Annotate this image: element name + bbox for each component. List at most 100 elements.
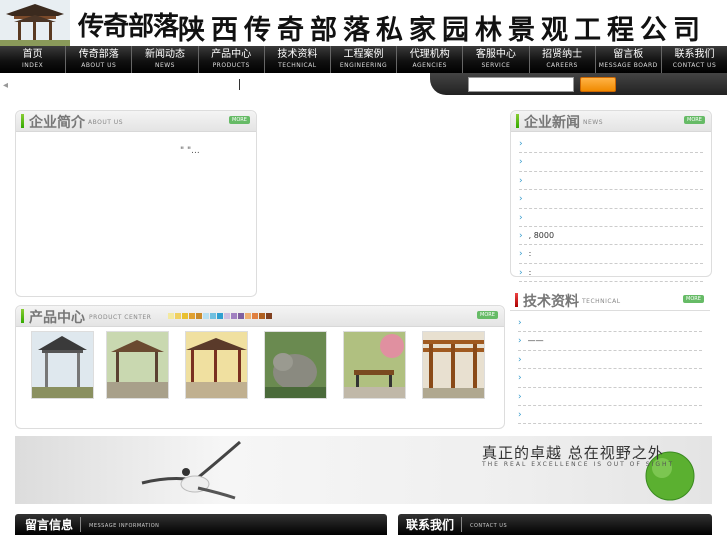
contact-section-header: 联系我们 CONTACT US	[398, 514, 712, 535]
chevron-right-icon: ›	[519, 212, 523, 223]
nav-item-message-board[interactable]: 留言板 MESSAGE BOARD	[596, 46, 662, 73]
divider	[80, 517, 81, 532]
product-thumbnail-bench[interactable]	[343, 331, 406, 399]
chevron-right-icon: ›	[518, 391, 522, 402]
nav-label: 留言板	[613, 49, 644, 60]
chevron-right-icon: ›	[519, 175, 523, 186]
nav-sublabel: AGENCIES	[412, 62, 447, 69]
products-more-button[interactable]: MORE	[477, 311, 498, 319]
search-input[interactable]	[468, 77, 574, 92]
divider	[461, 517, 462, 532]
pavilion-logo-icon	[0, 0, 70, 46]
news-item[interactable]: ›:	[519, 264, 703, 283]
nav-sublabel: SERVICE	[481, 62, 511, 69]
product-thumbnail-pergola[interactable]	[422, 331, 485, 399]
color-swatch-strip	[168, 313, 273, 319]
nav-item-service[interactable]: 客服中心 SERVICE	[463, 46, 530, 73]
color-swatch	[231, 313, 237, 319]
tech-item[interactable]: ›	[518, 351, 702, 370]
nav-label: 首页	[22, 49, 43, 60]
tech-item[interactable]: ›	[518, 369, 702, 388]
color-swatch	[238, 313, 244, 319]
nav-label: 产品中心	[211, 49, 252, 60]
news-panel-header: 企业新闻 NEWS MORE	[511, 111, 711, 132]
news-panel: 企业新闻 NEWS MORE › › › › › › , 8000 ›: ›:	[510, 110, 712, 283]
tech-list: › › —— › › › ›	[518, 314, 702, 425]
news-item-text: , 8000	[528, 230, 555, 240]
color-swatch	[175, 313, 181, 319]
nav-item-engineering[interactable]: 工程案例 ENGINEERING	[331, 46, 398, 73]
news-item[interactable]: ›	[519, 209, 703, 227]
color-swatch	[189, 313, 195, 319]
nav-label: 传奇部落	[78, 49, 119, 60]
tech-more-button[interactable]: MORE	[683, 295, 704, 303]
nav-item-index[interactable]: 首页 INDEX	[0, 46, 67, 73]
news-item[interactable]: ›	[519, 135, 703, 154]
news-item[interactable]: ›:	[519, 245, 703, 264]
tech-panel: 技术资料 TECHNICAL MORE › › —— › › › ›	[510, 290, 710, 425]
chevron-right-icon: ›	[518, 354, 522, 365]
title-bar-marker	[21, 309, 24, 323]
news-more-button[interactable]: MORE	[684, 116, 705, 124]
nav-sublabel: NEWS	[154, 62, 175, 69]
nav-item-careers[interactable]: 招贤纳士 CAREERS	[530, 46, 596, 73]
news-item-text: :	[528, 249, 532, 259]
nav-item-news[interactable]: 新闻动态 NEWS	[132, 46, 199, 73]
about-panel-header: 企业简介 ABOUT US MORE	[16, 111, 256, 132]
nav-item-about[interactable]: 传奇部落 ABOUT US	[66, 46, 133, 73]
dancer-figure-icon	[141, 440, 241, 500]
tech-item[interactable]: ›	[518, 406, 702, 425]
message-title-en: MESSAGE INFORMATION	[89, 523, 160, 529]
color-swatch	[224, 313, 230, 319]
news-title-en: NEWS	[583, 119, 604, 126]
contact-title: 联系我们	[406, 518, 455, 532]
news-item-text: :	[528, 267, 532, 277]
company-name: 陕西传奇部落私家园林景观工程公司	[178, 15, 706, 46]
nav-label: 新闻动态	[144, 49, 185, 60]
chevron-right-icon: ›	[519, 249, 523, 260]
news-item[interactable]: ›	[519, 172, 703, 191]
tech-title: 技术资料	[523, 294, 579, 310]
about-text: " "...	[180, 146, 200, 156]
color-swatch	[259, 313, 265, 319]
about-title: 企业简介	[29, 115, 85, 131]
chevron-right-icon: ›	[519, 139, 523, 149]
nav-sublabel: MESSAGE BOARD	[598, 62, 658, 69]
chevron-right-icon: ›	[519, 194, 523, 205]
message-title: 留言信息	[25, 518, 74, 532]
nav-item-technical[interactable]: 技术资料 TECHNICAL	[265, 46, 331, 73]
tech-item[interactable]: ›	[518, 314, 702, 333]
about-more-button[interactable]: MORE	[229, 116, 250, 124]
news-item[interactable]: › , 8000	[519, 227, 703, 246]
product-thumbnail-corridor[interactable]	[185, 331, 248, 399]
title-bar-marker	[21, 114, 24, 128]
product-thumbnail-gazebo[interactable]	[106, 331, 169, 399]
title-bar-marker	[516, 114, 519, 128]
news-item[interactable]: ›	[519, 153, 703, 172]
search-button[interactable]	[580, 77, 616, 92]
color-swatch	[168, 313, 174, 319]
tech-item[interactable]: ›	[518, 388, 702, 406]
products-panel-header: 产品中心 PRODUCT CENTER MORE	[16, 306, 504, 327]
back-arrow-icon[interactable]: ◂	[3, 81, 13, 91]
nav-item-contact[interactable]: 联系我们 CONTACT US	[662, 46, 727, 73]
products-panel: 产品中心 PRODUCT CENTER MORE	[15, 305, 505, 429]
title-bar-marker	[515, 293, 518, 307]
news-title: 企业新闻	[524, 115, 580, 131]
news-item[interactable]: ›	[519, 190, 703, 209]
product-thumbnail-rockery[interactable]	[264, 331, 327, 399]
product-thumbnail-pavilion[interactable]	[31, 331, 94, 399]
color-swatch	[182, 313, 188, 319]
nav-sublabel: PRODUCTS	[212, 62, 250, 69]
color-swatch	[266, 313, 272, 319]
nav-item-products[interactable]: 产品中心 PRODUCTS	[199, 46, 265, 73]
main-nav: 首页 INDEX 传奇部落 ABOUT US 新闻动态 NEWS 产品中心 PRODUC…	[0, 46, 727, 73]
nav-item-agencies[interactable]: 代理机构 AGENCIES	[397, 46, 464, 73]
chevron-right-icon: ›	[518, 336, 522, 347]
tech-item[interactable]: › ——	[518, 332, 702, 351]
chevron-right-icon: ›	[518, 409, 522, 420]
message-section-header: 留言信息 MESSAGE INFORMATION	[15, 514, 387, 535]
contact-title-en: CONTACT US	[470, 523, 508, 529]
tech-panel-header: 技术资料 TECHNICAL MORE	[510, 290, 710, 311]
color-swatch	[210, 313, 216, 319]
